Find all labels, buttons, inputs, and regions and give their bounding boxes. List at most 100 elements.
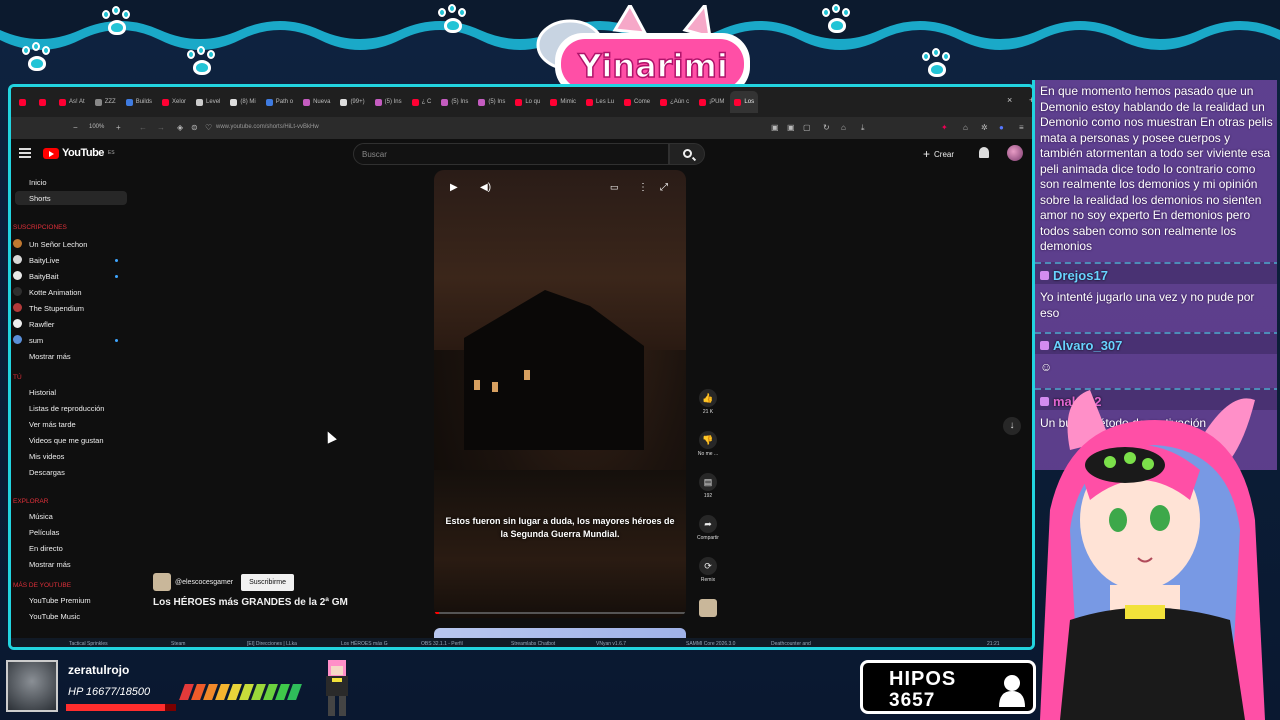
browser-tab[interactable]: Builds [122,91,156,113]
sidebar-item[interactable]: YouTube Premium [29,593,91,607]
lock-icon[interactable]: ⊜ [191,123,198,132]
play-icon[interactable]: ▶ [450,182,458,193]
browser-tab[interactable]: Lo qu [511,91,544,113]
youtube-logo[interactable]: YouTube ES [43,147,115,159]
volume-icon[interactable]: ◀) [480,182,491,193]
like-action[interactable]: 👍 21 K [695,389,721,415]
subscribe-button[interactable]: Suscribirme [241,573,295,591]
sidebar-item[interactable]: En directo [29,541,63,555]
browser-tab[interactable] [15,91,33,113]
channel-row: @elescocesgamer Suscribirme [153,573,295,591]
channel-thumbnail[interactable] [695,599,721,617]
close-tab-button[interactable]: × [1007,95,1012,105]
browser-tab[interactable] [35,91,53,113]
sidebar-item[interactable]: Historial [29,385,56,399]
sidebar-item[interactable]: Descargas [29,465,65,479]
video-progress-bar[interactable] [434,612,686,614]
taskbar-item[interactable]: Deathcounter and [771,641,811,647]
taskbar-item[interactable]: OBS 32.1.1 - Perfil [421,641,463,647]
screenshot-icon[interactable]: ▣ [787,123,795,132]
channel-name[interactable]: @elescocesgamer [175,579,233,586]
comment-action[interactable]: ▤ 192 [695,473,721,499]
sidebar-subscription[interactable]: BaityLive [29,253,59,267]
browser-tab[interactable]: Mimic [546,91,580,113]
taskbar-item[interactable]: Steam [171,641,185,647]
sidebar-subscription[interactable]: The Stupendium [29,301,84,315]
sidebar-item[interactable]: Música [29,509,53,523]
browser-tab[interactable]: Level [192,91,224,113]
create-button[interactable]: + Crear [923,147,954,161]
taskbar-item[interactable]: [EI] Direcciones | LLka [247,641,297,647]
reader-icon[interactable]: ▣ [771,123,779,132]
sidebar-subscription[interactable]: sum [29,333,43,347]
taskbar-item[interactable]: Tactical Sprinkles [69,641,108,647]
search-button[interactable] [669,143,705,165]
sidebar-item[interactable]: Inicio [29,175,47,189]
sidebar-subscription[interactable]: Kotte Animation [29,285,82,299]
browser-tab[interactable]: Xelor [158,91,190,113]
browser-tab[interactable]: Come [620,91,654,113]
browser-tab[interactable]: ¿Aún c [656,91,693,113]
browser-tab[interactable]: As! At [55,91,89,113]
taskbar-item[interactable]: Streamlabs Chatbot [511,641,555,647]
browser-tab[interactable]: (99+) [336,91,368,113]
share-action[interactable]: ➦ Compartir [695,515,721,541]
sidebar-item[interactable]: Mis videos [29,449,64,463]
home-icon[interactable]: ⌂ [841,123,846,132]
menu-icon[interactable] [19,148,31,158]
sidebar-item[interactable]: Películas [29,525,59,539]
shield-icon[interactable]: ◈ [177,123,183,132]
sidebar-icon[interactable]: ▢ [803,123,811,132]
search-input[interactable]: Buscar [353,143,669,165]
browser-tab[interactable]: Nueva [299,91,334,113]
browser-tab[interactable]: (5) Ins [371,91,406,113]
captions-icon[interactable]: ▭ [610,182,619,193]
zoom-in-button[interactable]: + [116,123,121,132]
dislike-action[interactable]: 👎 No me ... [695,431,721,457]
extensions-icon[interactable]: ✲ [981,123,988,132]
sidebar-subscription[interactable]: Un Señor Lechon [29,237,87,251]
browser-tab[interactable]: ZZZ [91,91,120,113]
sidebar-subscription[interactable]: Rawfler [29,317,54,331]
sidebar-item[interactable]: Ver más tarde [29,417,76,431]
back-icon[interactable]: ← [139,123,147,132]
avatar[interactable] [1007,145,1023,161]
extension-icon[interactable]: ⌂ [963,123,968,132]
download-icon[interactable]: ⤓ [861,123,865,133]
short-video-player[interactable]: ▶ ◀) ▭ ⋮ ⤢ Estos fueron sin lugar a duda… [434,170,686,618]
fullscreen-icon[interactable]: ⤢ [660,182,668,193]
show-more-button[interactable]: Mostrar más [29,349,71,363]
browser-tab[interactable]: (5) Ins [474,91,509,113]
browser-tab[interactable]: Les Lu [582,91,618,113]
sidebar-item[interactable]: Listas de reproducción [29,401,104,415]
next-short-arrow-icon[interactable]: ↓ [1003,417,1021,435]
sidebar-item[interactable]: Videos que me gustan [29,433,104,447]
browser-tab[interactable]: Path o [262,91,297,113]
remix-action[interactable]: ⟳ Remix [695,557,721,583]
taskbar-item[interactable]: Los HÉROES más G [341,641,388,647]
bookmark-icon[interactable]: ♡ [205,123,212,132]
browser-tab[interactable]: ¡PUM [695,91,728,113]
extension-icon[interactable]: ✦ [941,123,948,132]
show-more-button[interactable]: Mostrar más [29,557,71,571]
browser-tab[interactable]: (8) Mi [226,91,259,113]
sidebar-item[interactable]: YouTube Music [29,609,80,623]
tab-bar: As! At ZZZ Builds Xelor Level (8) Mi Path o Nue… [11,87,1032,117]
sidebar-subscription[interactable]: BaityBait [29,269,59,283]
reload-icon[interactable]: ↻ [823,123,830,132]
sidebar-item[interactable]: Shorts [15,191,127,205]
menu-icon[interactable]: ≡ [1019,123,1024,132]
short-title[interactable]: Los HÉROES más GRANDES de la 2ª GM [153,597,348,608]
taskbar-item[interactable]: SAMMI Core 2026.3.0 [686,641,735,647]
browser-tab[interactable]: Los [730,91,759,113]
profile-icon[interactable]: ● [999,123,1004,132]
more-options-icon[interactable]: ⋮ [638,182,648,193]
channel-avatar[interactable] [153,573,171,591]
url-field[interactable]: www.youtube.com/shorts/HiLt-vvBkHw [216,124,319,130]
zoom-out-button[interactable]: − [73,123,78,132]
taskbar-item[interactable]: VNyan v1.6.7 [596,641,626,647]
forward-icon[interactable]: → [157,123,165,132]
browser-tab[interactable]: ¿ C [408,91,436,113]
browser-tab[interactable]: (5) Ins [437,91,472,113]
notifications-bell-icon[interactable] [979,147,989,158]
